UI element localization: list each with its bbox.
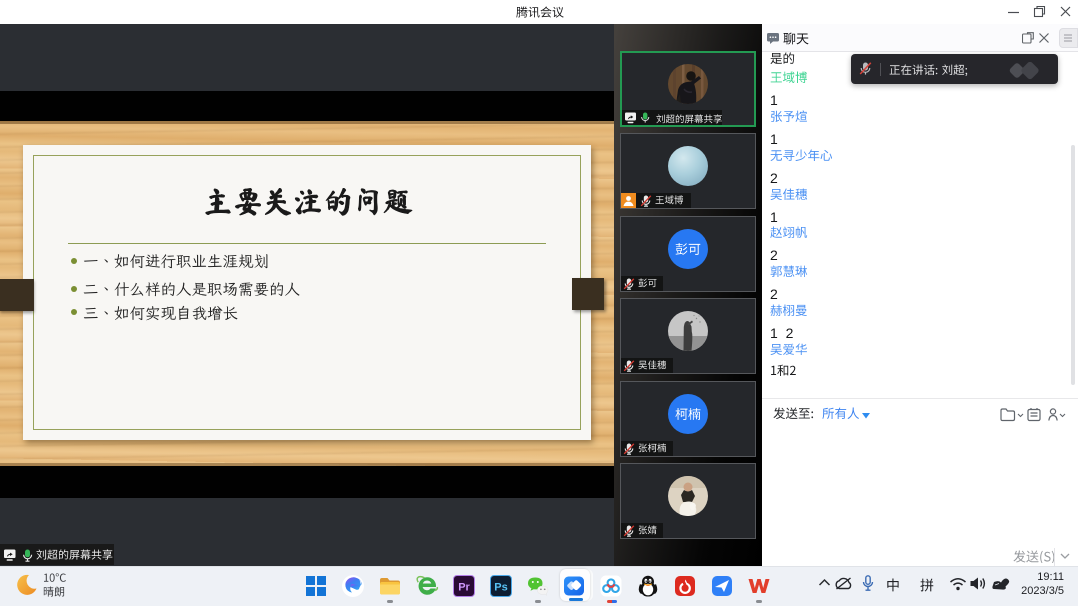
svg-text:Ps: Ps <box>494 582 507 594</box>
svg-text:Pr: Pr <box>458 582 470 594</box>
